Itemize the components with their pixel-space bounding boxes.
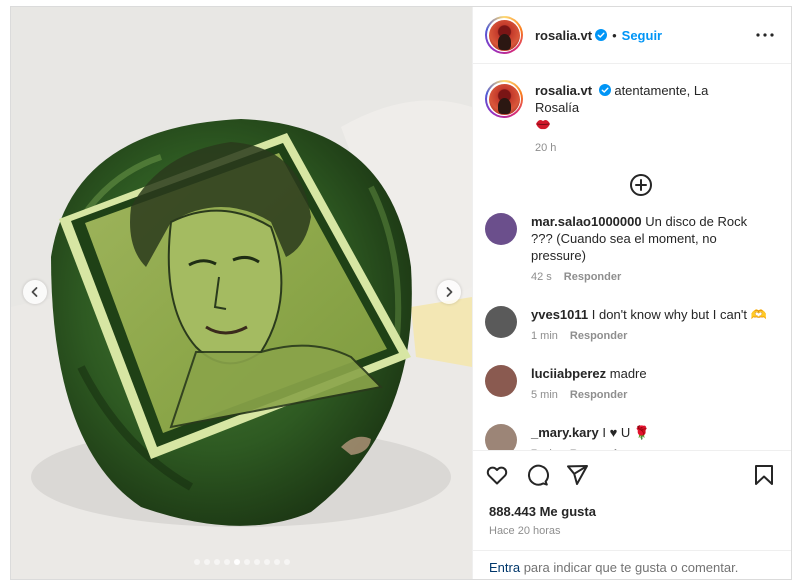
chevron-right-icon <box>446 287 453 297</box>
heart-icon[interactable] <box>485 463 509 487</box>
carousel-prev-button[interactable] <box>23 280 47 304</box>
commenter-avatar[interactable] <box>485 306 517 338</box>
comment-time: 42 s <box>531 271 552 283</box>
header-separator: • <box>612 27 617 43</box>
comment-text: I ♥ U 🌹 <box>602 425 651 440</box>
carousel-dot <box>283 559 290 565</box>
comment-text: madre <box>609 366 647 381</box>
post-dialog: rosalia.vt • Seguir rosalia.vt atentamen… <box>10 6 792 580</box>
comment-time: 5 min <box>531 389 558 401</box>
commenter-avatar[interactable] <box>485 365 517 397</box>
caption-time: 20 h <box>535 142 557 154</box>
carousel-dot <box>253 559 260 565</box>
login-prompt: Entra para indicar que te gusta o coment… <box>473 550 791 579</box>
caption-username[interactable]: rosalia.vt <box>535 83 592 98</box>
likes-count[interactable]: 888.443 Me gusta <box>489 504 596 519</box>
commenter-avatar[interactable] <box>485 424 517 450</box>
verified-badge-icon <box>595 29 608 41</box>
reply-button[interactable]: Responder <box>564 271 621 283</box>
send-icon[interactable] <box>565 463 589 487</box>
bookmark-icon[interactable] <box>752 463 776 487</box>
carousel-dot <box>243 559 250 565</box>
comment-text: I don't know why but I can't 🫶 <box>591 307 767 322</box>
caption-author-avatar[interactable] <box>485 80 523 118</box>
post-time: Hace 20 horas <box>489 525 561 537</box>
post-photo <box>11 7 472 579</box>
carousel-dot <box>203 559 210 565</box>
plus-circle-icon[interactable] <box>629 173 653 197</box>
more-options-button[interactable] <box>754 25 776 45</box>
comment-item: _mary.kary I ♥ U 🌹7 minResponder <box>485 424 776 450</box>
carousel-dot <box>213 559 220 565</box>
kiss-lips-icon <box>536 120 550 130</box>
follow-button[interactable]: Seguir <box>622 28 662 43</box>
commenter-avatar[interactable] <box>485 213 517 245</box>
carousel-dot <box>263 559 270 565</box>
post-header: rosalia.vt • Seguir <box>473 7 791 64</box>
post-media <box>11 7 472 579</box>
login-link[interactable]: Entra <box>489 560 520 575</box>
post-actions: 888.443 Me gusta Hace 20 horas Entra par… <box>473 450 791 579</box>
comment-time: 1 min <box>531 330 558 342</box>
author-username[interactable]: rosalia.vt <box>535 28 592 43</box>
reply-button[interactable]: Responder <box>570 389 627 401</box>
carousel-dot <box>223 559 230 565</box>
login-prompt-text: para indicar que te gusta o comentar. <box>520 560 739 575</box>
comment-username[interactable]: yves1011 <box>531 307 588 322</box>
post-side-panel: rosalia.vt • Seguir rosalia.vt atentamen… <box>472 7 791 579</box>
caption: rosalia.vt atentamente, La Rosalía 20 h <box>485 80 776 157</box>
carousel-dot <box>273 559 280 565</box>
verified-badge-icon <box>598 84 611 96</box>
author-avatar[interactable] <box>485 16 523 54</box>
carousel-dot <box>193 559 200 565</box>
comment-item: luciiabperez madre 5 min Responder <box>485 365 776 404</box>
more-horizontal-icon <box>756 33 774 37</box>
comment-icon[interactable] <box>525 463 549 487</box>
carousel-indicator <box>11 559 472 565</box>
comment-item: yves1011 I don't know why but I can't 🫶 1… <box>485 306 776 345</box>
comment-username[interactable]: mar.salao1000000 <box>531 214 642 229</box>
comments-list: rosalia.vt atentamente, La Rosalía 20 h … <box>473 64 791 450</box>
chevron-left-icon <box>31 287 38 297</box>
comment-username[interactable]: luciiabperez <box>531 366 606 381</box>
load-more-comments <box>505 157 776 213</box>
carousel-next-button[interactable] <box>437 280 461 304</box>
comment-entries: mar.salao1000000 Un disco de Rock ??? (C… <box>485 213 776 450</box>
carousel-dot <box>233 559 240 565</box>
comment-item: mar.salao1000000 Un disco de Rock ??? (C… <box>485 213 776 286</box>
comment-username[interactable]: _mary.kary <box>531 425 599 440</box>
reply-button[interactable]: Responder <box>570 330 627 342</box>
